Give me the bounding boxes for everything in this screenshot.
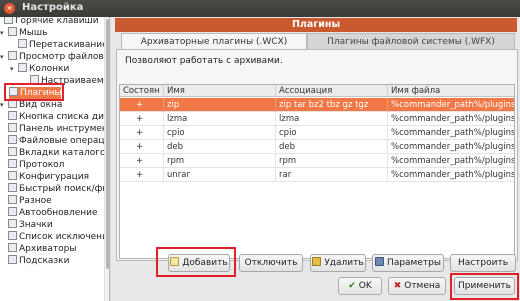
params-icon	[375, 257, 385, 266]
tree-item-columns[interactable]: ▾ Колонки	[10, 63, 69, 75]
tree-item-mouse[interactable]: ▾ Мышь	[0, 27, 47, 39]
drive-button-icon	[8, 111, 17, 120]
mouse-icon	[8, 27, 17, 36]
table-row[interactable]: + deb deb %commander_path%/plugins/wc	[120, 140, 514, 154]
file-ops-icon	[8, 135, 17, 144]
settings-tree: Горячие клавиши ▾ Мышь Перетаскивание ▾ Пр…	[0, 17, 110, 301]
tabs-icon	[8, 147, 17, 156]
plugin-tabs: Архиваторные плагины (.WCX) Плагины файл…	[121, 33, 517, 49]
column-header-association[interactable]: Ассоциация	[276, 85, 388, 97]
tab-wfx-plugins[interactable]: Плагины файловой системы (.WFX)	[307, 33, 515, 49]
tree-item-misc[interactable]: Разное	[8, 195, 52, 207]
highlight-apply-button	[450, 273, 519, 300]
table-row[interactable]: + zip zip tar bz2 tbz gz tgz %commander_…	[120, 98, 514, 112]
cancel-button[interactable]: ✖ Отмена	[388, 277, 446, 295]
tooltip-icon	[8, 255, 17, 264]
plugins-table[interactable]: Состоян Имя Ассоциация Имя файла + zip z…	[119, 84, 515, 259]
disable-plugin-button[interactable]: Отключить	[239, 254, 303, 272]
folder-view-icon	[8, 51, 17, 60]
expand-arrow-icon[interactable]: ▾	[0, 51, 8, 63]
tree-item-log[interactable]: Протокол	[8, 159, 64, 171]
tree-item-drag-drop[interactable]: Перетаскивание	[18, 39, 108, 51]
table-row[interactable]: + cpio cpio %commander_path%/plugins/wc	[120, 126, 514, 140]
log-icon	[8, 159, 17, 168]
column-header-state[interactable]: Состоян	[120, 85, 164, 97]
window-title: Настройка	[22, 2, 84, 13]
tree-item-icons[interactable]: Значки	[8, 219, 53, 231]
tree-item-ignore-list[interactable]: Список исключений	[8, 231, 109, 243]
title-bar: ✕ Настройка	[0, 0, 520, 17]
ok-button[interactable]: ✔ OK	[338, 277, 382, 295]
tree-item-folder-tabs[interactable]: Вкладки каталогов	[8, 147, 109, 159]
tree-item-tooltips[interactable]: Подсказки	[8, 255, 69, 267]
misc-icon	[8, 195, 17, 204]
table-header: Состоян Имя Ассоциация Имя файла	[120, 85, 514, 97]
sidebar-scrollbar-thumb[interactable]	[106, 19, 109, 269]
expand-arrow-icon[interactable]: ▾	[0, 27, 8, 39]
check-icon: ✔	[348, 281, 356, 291]
cancel-icon: ✖	[393, 281, 402, 291]
table-row[interactable]: + lzma lzma %commander_path%/plugins/wc	[120, 112, 514, 126]
section-title: Плагины	[115, 18, 517, 32]
expand-arrow-icon[interactable]: ▾	[10, 63, 18, 75]
icons-icon	[8, 219, 17, 228]
column-header-name[interactable]: Имя	[164, 85, 276, 97]
highlight-add-button	[156, 247, 236, 277]
plugins-panel: Позволяют работать с архивами. Состоян И…	[116, 49, 518, 261]
column-header-filename[interactable]: Имя файла	[388, 85, 514, 97]
remove-plugin-button[interactable]: Удалить	[310, 254, 366, 272]
tree-item-toolbar[interactable]: Панель инструмент	[8, 123, 109, 135]
tree-item-auto-refresh[interactable]: Автообновление	[8, 207, 98, 219]
highlight-plugins-item	[4, 83, 64, 101]
tree-item-drive-button[interactable]: Кнопка списка ди	[8, 111, 104, 123]
refresh-icon	[8, 207, 17, 216]
configure-plugin-button[interactable]: Настроить	[450, 254, 516, 272]
drag-icon	[18, 39, 27, 48]
tree-item-file-view[interactable]: ▾ Просмотр файлов	[0, 51, 104, 63]
close-icon[interactable]: ✕	[4, 3, 15, 14]
table-row[interactable]: + rpm rpm %commander_path%/plugins/wc	[120, 154, 514, 168]
tree-item-hotkeys[interactable]: Горячие клавиши	[4, 17, 99, 27]
search-icon	[8, 183, 17, 192]
sidebar-scrollbar[interactable]	[104, 17, 109, 301]
archive-icon	[8, 243, 17, 252]
config-icon	[8, 171, 17, 180]
tree-item-quick-search[interactable]: Быстрый поиск/фил	[8, 183, 109, 195]
tab-wcx-plugins[interactable]: Архиваторные плагины (.WCX)	[121, 33, 307, 49]
columns-icon	[18, 63, 27, 72]
broom-icon	[312, 257, 322, 266]
plugin-params-button[interactable]: Параметры	[372, 254, 444, 272]
table-row[interactable]: + unrar rar %commander_path%/plugins/wc	[120, 168, 514, 182]
keyboard-icon	[4, 17, 13, 24]
tree-item-configuration[interactable]: Конфигурация	[8, 171, 89, 183]
tree-item-archivers[interactable]: Архиваторы	[8, 243, 76, 255]
toolbar-icon	[8, 123, 17, 132]
plugins-description: Позволяют работать с архивами.	[125, 56, 283, 66]
tree-item-file-ops[interactable]: Файловые операци	[8, 135, 109, 147]
ignore-list-icon	[8, 231, 17, 240]
